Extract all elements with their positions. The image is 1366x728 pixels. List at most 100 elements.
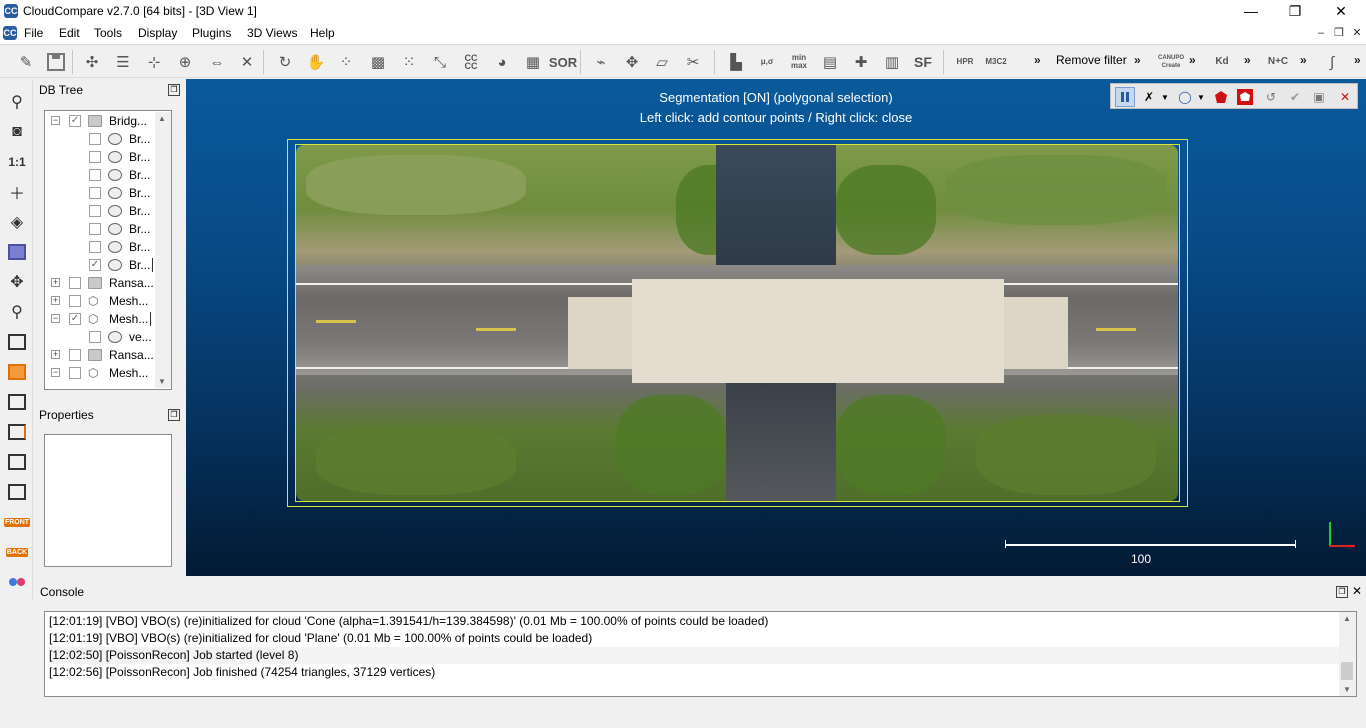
- pick-rotation-center-icon[interactable]: ⚲: [4, 89, 30, 115]
- view-iso2-icon[interactable]: [4, 449, 30, 475]
- view-back-icon[interactable]: BACK: [4, 539, 30, 565]
- m3c2-icon[interactable]: M3C2: [984, 50, 1008, 74]
- visibility-checkbox[interactable]: [89, 331, 101, 343]
- rotation-axis-icon[interactable]: ◈: [4, 209, 30, 235]
- clone-icon[interactable]: ⊹: [142, 50, 166, 74]
- visibility-checkbox[interactable]: [89, 151, 101, 163]
- tree-item[interactable]: − ✓ ⬡ Mesh...: [45, 310, 171, 328]
- stereo-icon[interactable]: [4, 569, 30, 595]
- mesh-icon[interactable]: ▩: [366, 50, 390, 74]
- fusion-icon[interactable]: ⊕: [173, 50, 197, 74]
- visibility-checkbox[interactable]: ✓: [69, 313, 81, 325]
- visibility-checkbox[interactable]: [69, 349, 81, 361]
- menu-file[interactable]: File: [22, 26, 45, 40]
- subsample-icon[interactable]: ⇔: [205, 50, 229, 74]
- menu-edit[interactable]: Edit: [57, 26, 82, 40]
- tree-item[interactable]: Br...: [45, 130, 171, 148]
- tree-item[interactable]: Br...: [45, 148, 171, 166]
- align-icon[interactable]: ⤡: [428, 50, 452, 74]
- visibility-checkbox[interactable]: [89, 169, 101, 181]
- mdi-restore-button[interactable]: ❐: [1331, 25, 1347, 41]
- save-icon[interactable]: [44, 50, 68, 74]
- tree-item[interactable]: − ⬡ Mesh...: [45, 364, 171, 382]
- confirm-delete-icon[interactable]: ▣: [1309, 87, 1329, 107]
- tree-item[interactable]: Br...: [45, 166, 171, 184]
- menu-tools[interactable]: Tools: [92, 26, 124, 40]
- segment-in-icon[interactable]: [1211, 87, 1231, 107]
- tree-item[interactable]: − ✓ Bridg...: [45, 112, 171, 130]
- tree-item[interactable]: Br...: [45, 202, 171, 220]
- cloud-cloud-dist-icon[interactable]: CC CC: [459, 50, 483, 74]
- gaussian-icon[interactable]: μ,σ: [755, 50, 779, 74]
- sample-icon[interactable]: ⁘: [334, 50, 358, 74]
- view-bottom-icon[interactable]: [4, 479, 30, 505]
- segment-icon[interactable]: ✂: [681, 50, 705, 74]
- confirm-icon[interactable]: ✔: [1285, 87, 1305, 107]
- mdi-minimize-button[interactable]: –: [1313, 25, 1329, 41]
- view-left-icon[interactable]: [4, 389, 30, 415]
- reset-icon[interactable]: ↺: [1261, 87, 1281, 107]
- toolbar-more-chevron-icon[interactable]: »: [1244, 53, 1251, 67]
- curve-icon[interactable]: ∫: [1320, 50, 1344, 74]
- tree-item[interactable]: Br...: [45, 220, 171, 238]
- visibility-checkbox[interactable]: [69, 295, 81, 307]
- bunny-icon[interactable]: ◕: [490, 50, 514, 74]
- normals-consistency-icon[interactable]: N+C: [1266, 50, 1290, 74]
- segment-out-icon[interactable]: [1235, 87, 1255, 107]
- kd-tree-icon[interactable]: Kd: [1210, 50, 1234, 74]
- visibility-checkbox[interactable]: ✓: [69, 115, 81, 127]
- view-iso1-icon[interactable]: [4, 329, 30, 355]
- view-right-icon[interactable]: [4, 419, 30, 445]
- toolbar-more-chevron-icon[interactable]: »: [1134, 53, 1141, 67]
- sf-table-icon[interactable]: ▤: [818, 50, 842, 74]
- visibility-checkbox[interactable]: [89, 187, 101, 199]
- mdi-close-button[interactable]: ✕: [1349, 25, 1365, 41]
- tree-item[interactable]: Br...: [45, 238, 171, 256]
- visibility-checkbox[interactable]: [89, 205, 101, 217]
- collapse-icon[interactable]: −: [51, 368, 60, 377]
- 3d-view[interactable]: Segmentation [ON] (polygonal selection) …: [186, 79, 1366, 576]
- tree-item[interactable]: ✓ Br...: [45, 256, 171, 274]
- zoom-1-1-icon[interactable]: 1:1: [4, 149, 30, 175]
- sf-icon[interactable]: SF: [911, 50, 935, 74]
- collapse-icon[interactable]: −: [51, 314, 60, 323]
- toolbar-more-chevron-icon[interactable]: »: [1034, 53, 1041, 67]
- visibility-checkbox[interactable]: [89, 241, 101, 253]
- histogram-icon[interactable]: ▙: [724, 50, 748, 74]
- visibility-checkbox[interactable]: [69, 367, 81, 379]
- camera-icon[interactable]: ◙: [4, 119, 30, 145]
- plane-icon[interactable]: ▱: [650, 50, 674, 74]
- tree-item[interactable]: + ⬡ Mesh...: [45, 292, 171, 310]
- octree-icon[interactable]: ✋: [304, 50, 328, 74]
- pause-segmentation-icon[interactable]: [1115, 87, 1135, 107]
- toolbar-more-chevron-icon[interactable]: »: [1189, 53, 1196, 67]
- db-tree-view[interactable]: − ✓ Bridg... Br... Br... Br... Br... Br... Br...…: [44, 110, 172, 390]
- close-button[interactable]: ✕: [1318, 0, 1364, 22]
- zoom-icon[interactable]: ⚲: [4, 299, 30, 325]
- normals-icon[interactable]: ↻: [273, 50, 297, 74]
- remove-filter-button[interactable]: Remove filter: [1056, 53, 1127, 67]
- delete-icon[interactable]: ✕: [235, 50, 259, 74]
- translate-rotate-icon[interactable]: ✣: [80, 50, 104, 74]
- tree-item[interactable]: ve...: [45, 328, 171, 346]
- console-float-icon[interactable]: ❐: [1336, 586, 1348, 598]
- properties-view[interactable]: [44, 434, 172, 567]
- menu-3d-views[interactable]: 3D Views: [245, 26, 299, 40]
- perspective-cube-icon[interactable]: [4, 239, 30, 265]
- db-tree-scrollbar[interactable]: ▲ ▼: [155, 112, 171, 388]
- visibility-checkbox[interactable]: ✓: [89, 259, 101, 271]
- console-scrollbar[interactable]: ▲ ▼: [1339, 612, 1356, 696]
- collapse-icon[interactable]: −: [51, 116, 60, 125]
- visibility-checkbox[interactable]: [69, 277, 81, 289]
- polyline-mode-dropdown-icon[interactable]: ▼: [1191, 87, 1211, 107]
- pan-icon[interactable]: ✥: [4, 269, 30, 295]
- move-icon[interactable]: ✥: [620, 50, 644, 74]
- toolbar-more-chevron-icon[interactable]: »: [1354, 53, 1361, 67]
- point-pick-icon[interactable]: ⌁: [589, 50, 613, 74]
- hpr-icon[interactable]: HPR: [953, 50, 977, 74]
- expand-icon[interactable]: +: [51, 350, 60, 359]
- canupo-icon[interactable]: CANUPO Create: [1158, 50, 1184, 74]
- selection-mode-dropdown-icon[interactable]: ▼: [1155, 87, 1175, 107]
- tree-item[interactable]: + Ransa...: [45, 346, 171, 364]
- properties-float-icon[interactable]: ❐: [168, 409, 180, 421]
